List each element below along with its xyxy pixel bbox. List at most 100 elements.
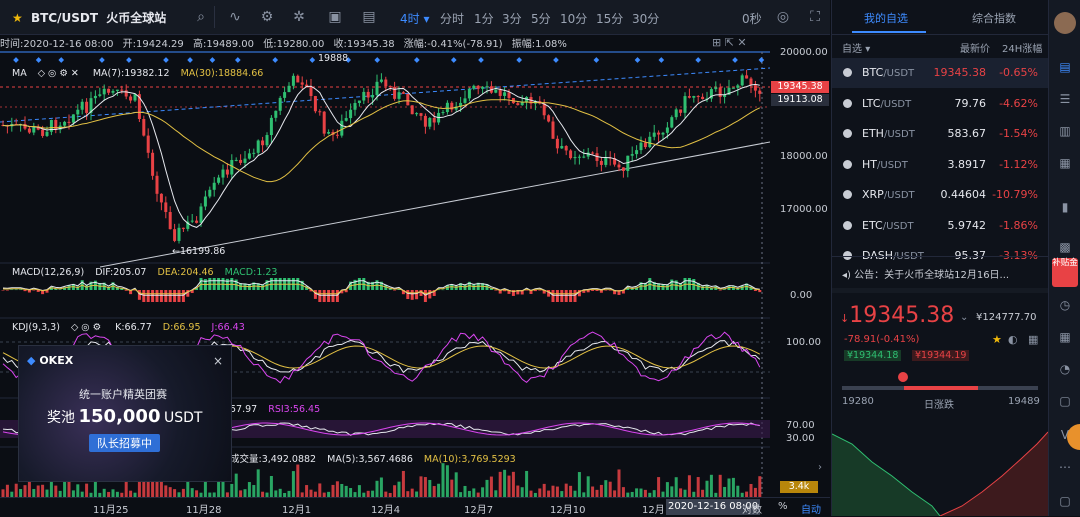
chart-window-icons[interactable]: ⊞ ⇱ ✕ [712,36,747,49]
expand-icon[interactable]: ▢ [1057,494,1073,510]
volume-bar [525,470,529,497]
percent-scale-toggle[interactable]: % [778,501,788,512]
candle-body [749,78,753,86]
candle-body [115,89,119,91]
pie-icon[interactable]: ◔ [1057,362,1073,378]
watchlist-symbol: BTC/USDT [862,66,914,79]
template-icon[interactable]: ▣ [326,8,344,26]
macd-bar [410,290,414,300]
col-price-header[interactable]: 最新价 [960,40,990,55]
candle-body [41,129,45,136]
gear-icon[interactable]: ✲ [290,8,308,26]
watchlist-filter[interactable]: 自选 ▾ [842,40,870,55]
ticker-chevron-icon[interactable]: ⌄ [960,312,968,323]
candle-body [718,87,722,98]
timeframe-item[interactable]: 5分 [531,10,551,27]
time-axis[interactable]: 11月25 11月28 12月1 12月4 12月7 12月10 12月 202… [0,497,830,517]
favorite-star-icon[interactable]: ★ [992,333,1002,346]
kdj-tool-icons[interactable]: ◇◎⚙ [71,322,104,333]
notice-bar[interactable]: ◂) 公告：关于火币全球站12月16日... [842,266,1009,281]
settings-icon[interactable]: ⚙ [258,8,276,26]
candle-body [243,158,247,163]
watchlist-row[interactable]: ETH/USDT 583.67 -1.54% [832,119,1048,149]
volume-bar [159,480,163,497]
collapse-icon[interactable]: › [818,462,822,473]
orders-icon[interactable]: ▤ [1057,60,1073,76]
candle-body [630,154,634,156]
speaker-icon: ◂) [842,270,851,281]
rsi-a-value: 57.97 [230,404,258,415]
candle-body [102,88,106,95]
more-icon[interactable]: ⋯ [1057,460,1073,476]
timeframe-item[interactable]: 3分 [502,10,522,27]
floating-helper-icon[interactable] [1067,424,1080,450]
volume-bar [331,484,335,497]
doc-icon[interactable]: ▢ [1057,394,1073,410]
camera-icon[interactable]: ◎ [774,8,792,26]
pair-title[interactable]: ★ BTC/USDT 火币全球站 [12,9,166,26]
panel-tabs: 我的自选 综合指数 [832,0,1048,35]
macd-bar [604,290,608,291]
timeframe-item[interactable]: 分时 [440,10,464,27]
list-icon[interactable]: ☰ [1057,92,1073,108]
share-icon[interactable]: ◐ [1008,333,1018,346]
candle-body [485,86,489,88]
depth-chart[interactable] [832,414,1048,516]
candle-body [318,111,322,113]
watchlist-row[interactable]: HT/USDT 3.8917 -1.12% [832,150,1048,180]
calendar-icon[interactable]: ▩ [1057,240,1073,256]
candle-body [423,115,427,127]
volume-bar [111,489,115,497]
chart-type-icon[interactable]: ▤ [360,8,378,26]
candle-body [573,157,577,159]
coin-icon [843,129,852,138]
avatar[interactable] [1054,12,1076,34]
timeframe-item[interactable]: 15分 [596,10,623,27]
fullscreen-icon[interactable]: ⛶ [806,8,824,26]
kdj-name: KDJ(9,3,3) [12,322,60,333]
indicator-icon[interactable]: ∿ [226,8,244,26]
timeframe-item[interactable]: 1分 [474,10,494,27]
coin-icon [843,68,852,77]
volume-bar [243,489,247,497]
grid-icon[interactable]: ▦ [1057,330,1073,346]
macd-bar [173,290,177,302]
volume-bar [723,486,727,497]
macd-bar [322,290,326,302]
subsidy-badge[interactable]: 补贴金 [1052,258,1078,287]
watchlist-row[interactable]: XRP/USDT 0.44604 -10.79% [832,180,1048,210]
candle-body [670,117,674,128]
ad-close-button[interactable]: × [213,354,223,368]
candle-body [657,132,661,135]
timeframe-item[interactable]: 30分 [632,10,659,27]
columns-icon[interactable]: ▥ [1057,124,1073,140]
auto-scale-toggle[interactable]: 自动 [801,501,821,516]
log-scale-toggle[interactable]: 对数 [742,501,762,516]
price-axis[interactable]: 20000.00 19345.38 19113.08 18000.00 1700… [770,47,830,497]
watchlist-row[interactable]: LTC/USDT 79.76 -4.62% [832,89,1048,119]
watchlist-row[interactable]: ETC/USDT 5.9742 -1.86% [832,211,1048,241]
volume-bar [591,486,595,497]
volume-bar [23,485,27,497]
ad-banner[interactable]: ◆ OKEX × 统一账户精英团赛 奖池 150,000 USDT 队长招募中 [18,345,232,482]
timeframe-item[interactable]: 10分 [560,10,587,27]
chart-icon[interactable]: ▦ [1057,156,1073,172]
thermometer-icon[interactable]: ▮ [1057,200,1073,216]
timeframe-active[interactable]: 4时 ▾ [400,10,429,27]
search-icon[interactable]: ⌕ [192,8,210,26]
time-label: 11月25 [93,505,129,516]
tab-watchlist[interactable]: 我的自选 [864,10,908,26]
legend-tool-icons[interactable]: ◇◎⚙✕ [38,68,82,79]
notice-text: 公告：关于火币全球站12月16日... [854,270,1010,281]
layout-icon[interactable]: ▦ [1028,333,1038,346]
volume-bar [45,489,49,497]
watchlist-row[interactable]: BTC/USDT 19345.38 -0.65% [832,58,1048,88]
star-icon[interactable]: ★ [12,11,23,25]
ad-cta-button[interactable]: 队长招募中 [89,434,160,452]
filter-label: 自选 [842,44,862,55]
volume-bar [608,481,612,497]
col-change-header[interactable]: 24H涨幅 [1002,40,1042,55]
clock-icon[interactable]: ◷ [1057,298,1073,314]
time-label: 12月1 [282,505,312,516]
tab-index[interactable]: 综合指数 [972,10,1016,26]
